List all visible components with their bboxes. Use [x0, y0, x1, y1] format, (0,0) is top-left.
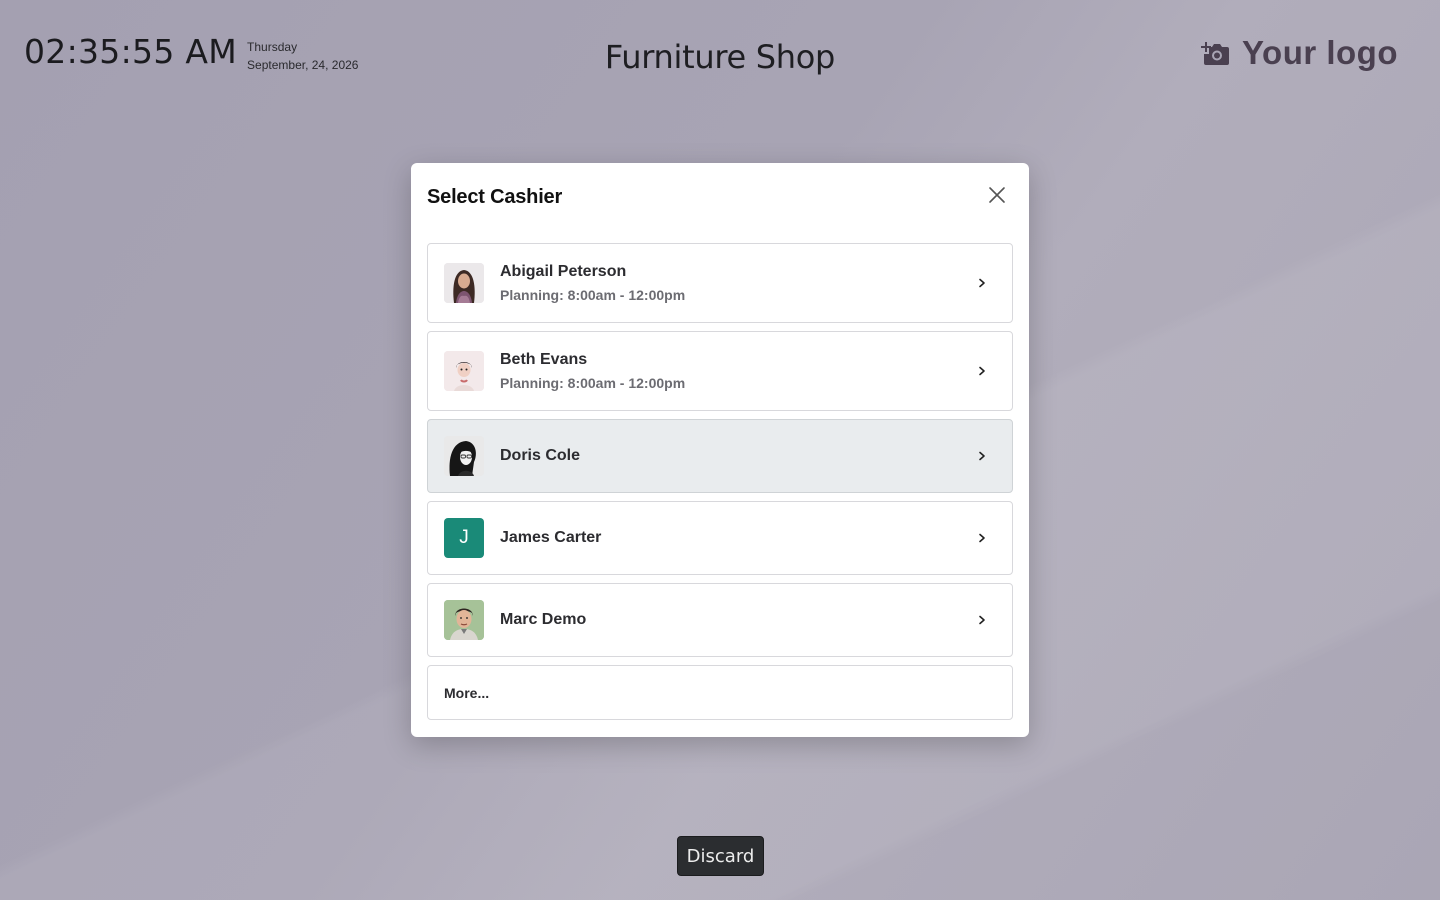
dialog-header: Select Cashier — [427, 163, 1013, 243]
more-label: More... — [444, 684, 490, 701]
close-button[interactable] — [983, 183, 1011, 211]
chevron-right-icon — [972, 528, 992, 548]
close-icon — [988, 186, 1006, 209]
discard-button[interactable]: Discard — [677, 836, 764, 876]
cashier-info: Beth Evans Planning: 8:00am - 12:00pm — [500, 351, 972, 391]
cashier-item-doris-cole[interactable]: Doris Cole — [427, 419, 1013, 493]
logo-text: Your logo — [1241, 34, 1398, 71]
avatar-initial: J — [444, 518, 484, 558]
cashier-name: Abigail Peterson — [500, 263, 627, 280]
dialog-title: Select Cashier — [427, 185, 563, 208]
logo: Your logo — [1200, 34, 1398, 72]
cashier-planning: Planning: 8:00am - 12:00pm — [500, 287, 686, 303]
avatar — [444, 263, 484, 303]
cashier-item-abigail-peterson[interactable]: Abigail Peterson Planning: 8:00am - 12:0… — [427, 243, 1013, 323]
cashier-list: Abigail Peterson Planning: 8:00am - 12:0… — [427, 243, 1013, 720]
cashier-name: Marc Demo — [500, 611, 587, 628]
cashier-item-beth-evans[interactable]: Beth Evans Planning: 8:00am - 12:00pm — [427, 331, 1013, 411]
cashier-info: Marc Demo — [500, 611, 972, 629]
cashier-item-marc-demo[interactable]: Marc Demo — [427, 583, 1013, 657]
chevron-right-icon — [972, 446, 992, 466]
avatar — [444, 600, 484, 640]
cashier-info: James Carter — [500, 529, 972, 547]
cashier-info: Doris Cole — [500, 447, 972, 465]
cashier-name: Doris Cole — [500, 447, 581, 464]
cashier-info: Abigail Peterson Planning: 8:00am - 12:0… — [500, 263, 972, 303]
cashier-name: James Carter — [500, 529, 602, 546]
cashier-planning: Planning: 8:00am - 12:00pm — [500, 375, 686, 391]
avatar — [444, 351, 484, 391]
camera-add-icon — [1200, 38, 1230, 68]
cashier-item-james-carter[interactable]: J James Carter — [427, 501, 1013, 575]
chevron-right-icon — [972, 361, 992, 381]
more-cashiers-button[interactable]: More... — [427, 665, 1013, 720]
chevron-right-icon — [972, 610, 992, 630]
cashier-name: Beth Evans — [500, 351, 588, 368]
select-cashier-dialog: Select Cashier Abigail Peterson Planning… — [411, 163, 1029, 737]
avatar — [444, 436, 484, 476]
chevron-right-icon — [972, 273, 992, 293]
